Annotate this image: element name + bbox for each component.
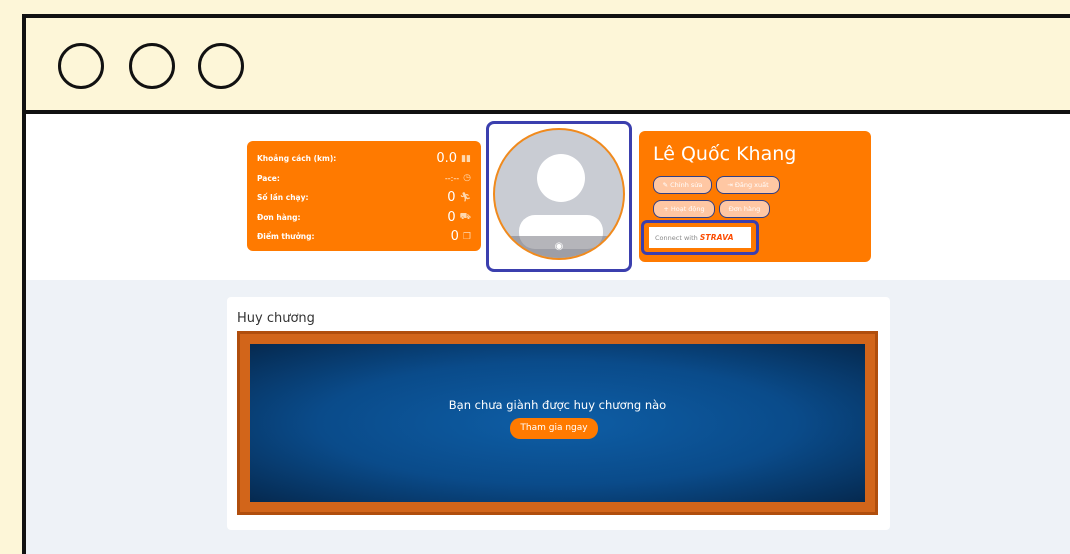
window-control-minimize[interactable] bbox=[129, 43, 175, 89]
stat-label: Khoảng cách (km): bbox=[257, 154, 337, 164]
browser-window: Khoảng cách (km): 0.0 ▮▮ Pace: --:-- ◷ Số … bbox=[22, 14, 1070, 554]
stat-label: Số lần chạy: bbox=[257, 193, 309, 203]
window-control-maximize[interactable] bbox=[198, 43, 244, 89]
stat-orders: Đơn hàng: 0 ⛟ bbox=[257, 208, 471, 228]
camera-icon[interactable]: ◉ bbox=[495, 236, 623, 258]
edit-profile-button[interactable]: ✎ Chỉnh sửa bbox=[653, 176, 712, 194]
medals-frame: Bạn chưa giành được huy chương nào Tham … bbox=[237, 331, 878, 515]
runner-icon: 🏃︎ bbox=[459, 192, 471, 203]
avatar-highlight: ◉ bbox=[486, 121, 632, 272]
orders-button[interactable]: Đơn hàng bbox=[719, 200, 770, 218]
avatar[interactable]: ◉ bbox=[493, 128, 625, 260]
stat-value: 0 bbox=[447, 209, 456, 225]
gift-icon: ❒ bbox=[462, 231, 471, 242]
stat-runs: Số lần chạy: 0 🏃︎ bbox=[257, 188, 471, 208]
join-now-button[interactable]: Tham gia ngay bbox=[510, 418, 598, 439]
strava-logo: STRAVA bbox=[699, 233, 734, 242]
stat-value: 0 bbox=[447, 190, 456, 206]
stat-pace: Pace: --:-- ◷ bbox=[257, 169, 471, 189]
stat-value: 0 bbox=[450, 229, 459, 245]
stat-points: Điểm thưởng: 0 ❒ bbox=[257, 227, 471, 247]
page-content: Khoảng cách (km): 0.0 ▮▮ Pace: --:-- ◷ Số … bbox=[26, 114, 1070, 554]
chart-icon: ▮▮ bbox=[461, 153, 471, 164]
stat-distance: Khoảng cách (km): 0.0 ▮▮ bbox=[257, 149, 471, 169]
stat-value: --:-- bbox=[444, 173, 460, 183]
profile-name: Lê Quốc Khang bbox=[653, 143, 797, 165]
strava-highlight: Connect with STRAVA bbox=[641, 220, 759, 255]
logout-button[interactable]: ⇥ Đăng xuất bbox=[716, 176, 780, 194]
stats-card: Khoảng cách (km): 0.0 ▮▮ Pace: --:-- ◷ Số … bbox=[247, 141, 481, 251]
medals-section: Huy chương Bạn chưa giành được huy chươn… bbox=[26, 280, 1070, 554]
stat-label: Pace: bbox=[257, 173, 280, 183]
medals-card: Huy chương Bạn chưa giành được huy chươn… bbox=[227, 297, 890, 530]
medals-panel: Bạn chưa giành được huy chương nào Tham … bbox=[250, 344, 865, 502]
avatar-placeholder-head bbox=[537, 154, 585, 202]
stat-label: Điểm thưởng: bbox=[257, 232, 315, 242]
stat-label: Đơn hàng: bbox=[257, 212, 301, 222]
stat-value: 0.0 bbox=[436, 151, 458, 167]
medals-empty-message: Bạn chưa giành được huy chương nào bbox=[448, 398, 667, 412]
connect-strava-button[interactable]: Connect with STRAVA bbox=[649, 227, 751, 248]
add-activity-button[interactable]: + Hoạt động bbox=[653, 200, 715, 218]
medals-title: Huy chương bbox=[237, 311, 315, 326]
window-titlebar bbox=[26, 18, 1070, 114]
profile-header: Khoảng cách (km): 0.0 ▮▮ Pace: --:-- ◷ Số … bbox=[26, 114, 1070, 280]
profile-card: Lê Quốc Khang ✎ Chỉnh sửa ⇥ Đăng xuất + … bbox=[639, 131, 871, 262]
clock-icon: ◷ bbox=[463, 173, 471, 184]
cart-icon: ⛟ bbox=[459, 211, 471, 222]
window-control-close[interactable] bbox=[58, 43, 104, 89]
